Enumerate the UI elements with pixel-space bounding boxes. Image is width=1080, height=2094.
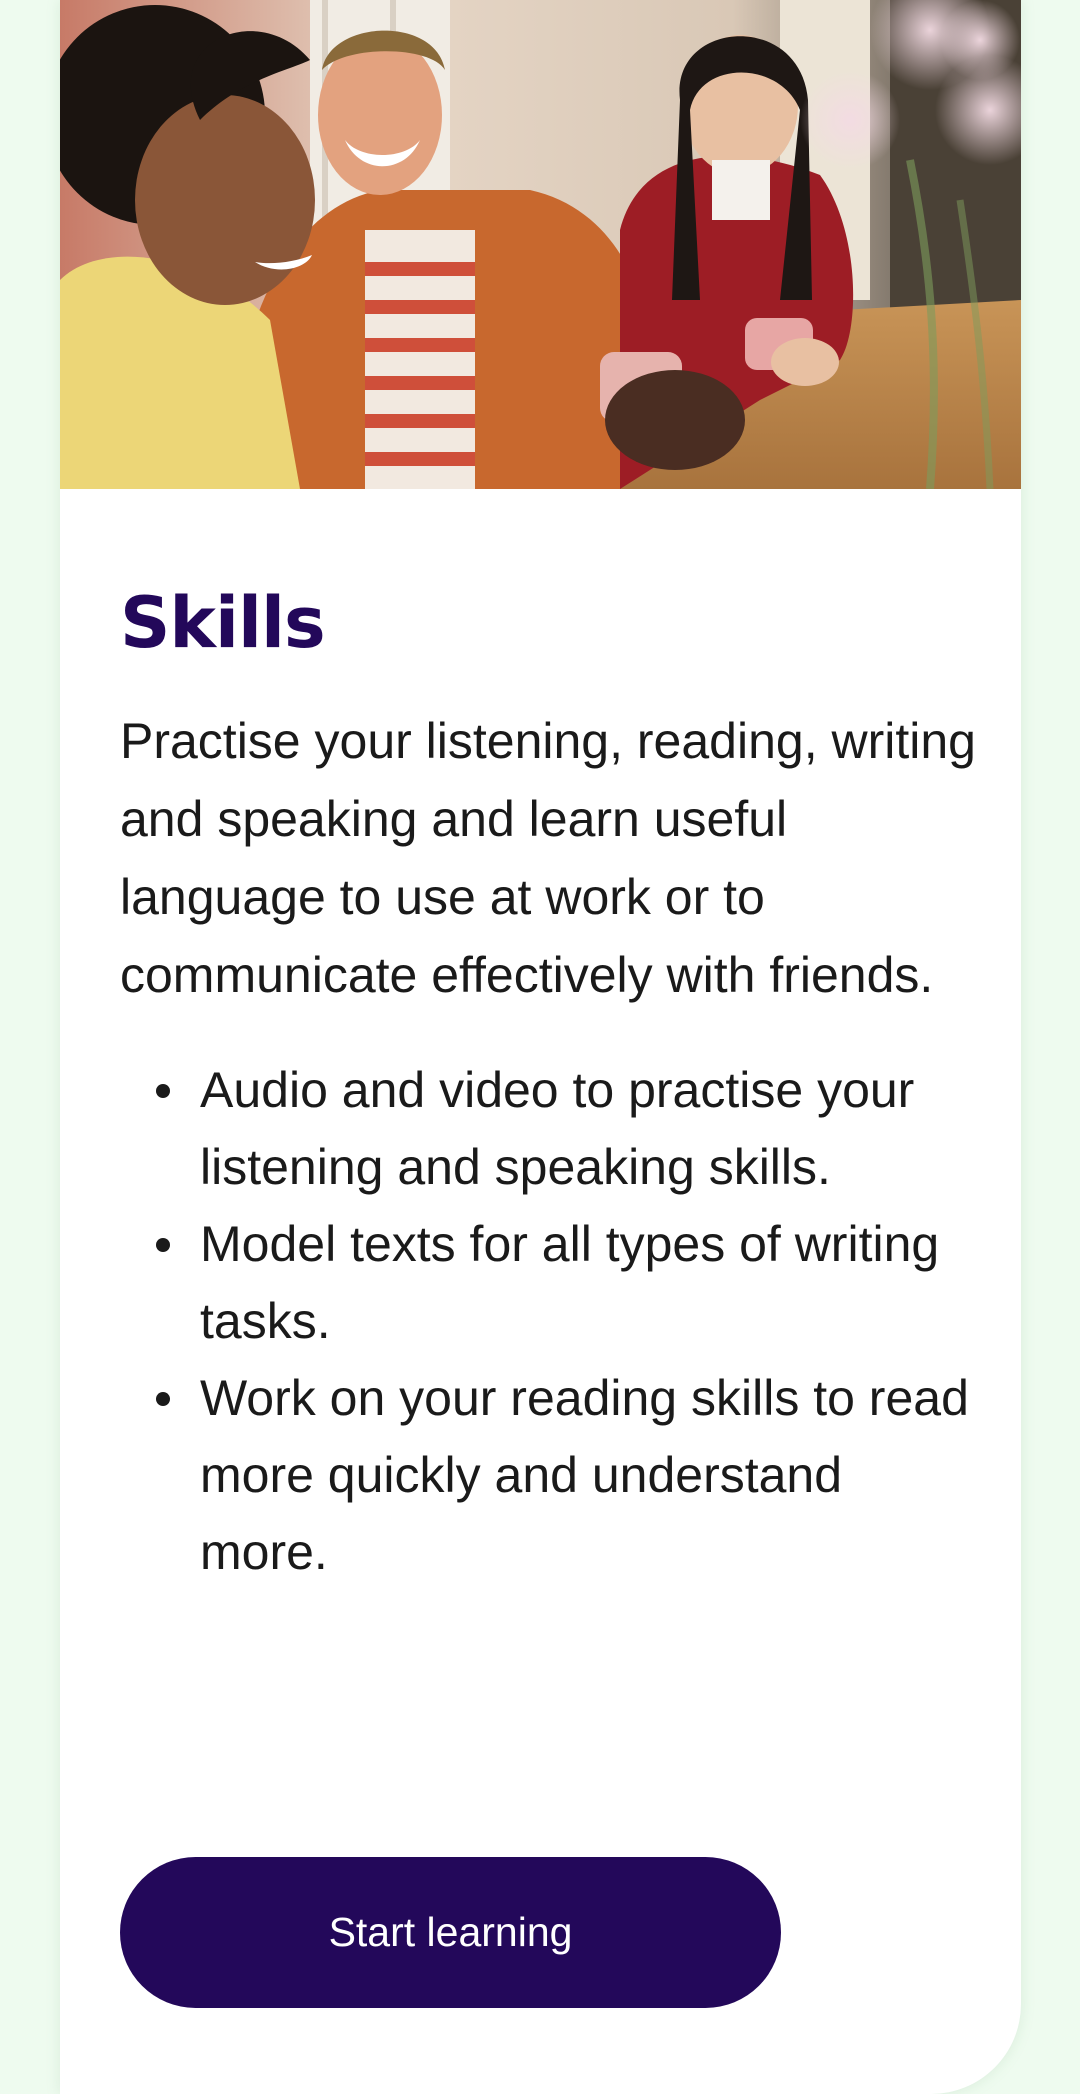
list-item: Work on your reading skills to read more…	[156, 1360, 980, 1591]
card-title: Skills	[120, 582, 326, 664]
card-intro: Practise your listening, reading, writin…	[120, 713, 976, 1003]
list-item: Audio and video to practise your listeni…	[156, 1052, 980, 1206]
feature-list: Audio and video to practise your listeni…	[120, 1052, 980, 1591]
card-content: Skills Practise your listening, reading,…	[120, 580, 980, 1591]
skills-card: Skills Practise your listening, reading,…	[60, 0, 1021, 2094]
photo-friends-at-cafe-table	[60, 0, 1021, 489]
start-learning-button[interactable]: Start learning	[120, 1857, 781, 2008]
list-item: Model texts for all types of writing tas…	[156, 1206, 980, 1360]
hero-image	[60, 0, 1021, 489]
